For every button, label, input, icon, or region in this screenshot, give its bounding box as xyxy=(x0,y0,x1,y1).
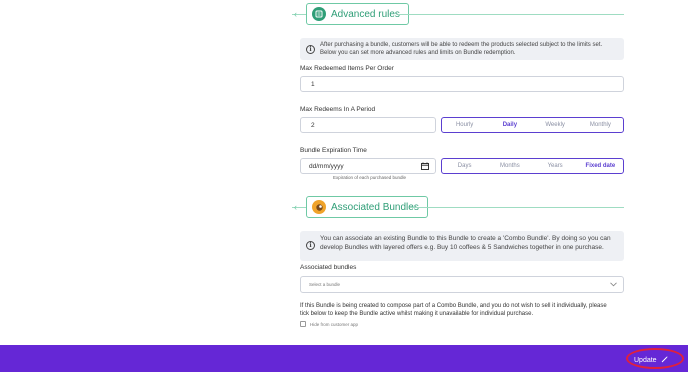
combo-bundle-note: If this Bundle is being created to compo… xyxy=(300,303,607,317)
expiration-label: Bundle Expiration Time xyxy=(300,147,367,154)
advanced-rules-header: ‹ Advanced rules xyxy=(292,3,624,25)
associated-bundles-header: ‹ Associated Bundles xyxy=(292,196,624,218)
info-icon: i xyxy=(306,45,315,54)
expiration-date-input[interactable]: dd/mm/yyyy xyxy=(300,158,436,174)
chevron-down-icon[interactable] xyxy=(610,282,617,289)
rules-icon xyxy=(312,7,326,21)
associated-bundles-info: i You can associate an existing Bundle t… xyxy=(300,231,624,261)
associated-bundles-select[interactable]: Select a bundle xyxy=(300,276,624,293)
expiration-date-value: dd/mm/yyyy xyxy=(309,162,344,170)
expiration-option-years[interactable]: Years xyxy=(533,159,578,173)
advanced-rules-info: i After purchasing a bundle, customers w… xyxy=(300,38,624,60)
max-items-input[interactable]: 1 xyxy=(300,76,624,92)
info-icon: i xyxy=(306,241,315,250)
period-option-weekly[interactable]: Weekly xyxy=(533,118,578,132)
hide-from-app-label: Hide from customer app xyxy=(310,321,359,327)
max-period-input[interactable]: 2 xyxy=(300,117,436,133)
advanced-rules-pill: Advanced rules xyxy=(306,3,409,25)
period-option-monthly[interactable]: Monthly xyxy=(578,118,623,132)
associated-bundles-label: Associated bundles xyxy=(300,264,357,271)
period-selector: Hourly Daily Weekly Monthly xyxy=(441,117,624,133)
divider-line xyxy=(410,207,624,208)
max-items-label: Max Redeemed Items Per Order xyxy=(300,65,394,72)
hide-from-app-option[interactable]: Hide from customer app xyxy=(300,321,358,327)
chevron-left-icon[interactable]: ‹ xyxy=(294,202,297,212)
advanced-rules-info-text: After purchasing a bundle, customers wil… xyxy=(320,42,603,56)
associated-bundles-placeholder: Select a bundle xyxy=(309,282,341,287)
expiration-option-months[interactable]: Months xyxy=(487,159,532,173)
divider-line xyxy=(398,14,624,15)
expiration-option-fixed-date[interactable]: Fixed date xyxy=(578,159,623,173)
hide-from-app-checkbox[interactable] xyxy=(300,321,306,327)
advanced-rules-title: Advanced rules xyxy=(331,8,400,20)
expiration-type-selector: Days Months Years Fixed date xyxy=(441,158,624,174)
period-option-daily[interactable]: Daily xyxy=(487,118,532,132)
expiration-option-days[interactable]: Days xyxy=(442,159,487,173)
period-option-hourly[interactable]: Hourly xyxy=(442,118,487,132)
max-period-label: Max Redeems In A Period xyxy=(300,106,376,113)
associated-bundles-info-text: You can associate an existing Bundle to … xyxy=(320,235,611,251)
expiration-hint: Expiration of each purchased bundle xyxy=(333,175,407,180)
footer-bar xyxy=(0,345,688,372)
bundle-icon xyxy=(312,200,326,214)
highlight-ring xyxy=(626,348,684,369)
calendar-icon[interactable] xyxy=(421,162,429,172)
associated-bundles-title: Associated Bundles xyxy=(331,201,419,213)
chevron-left-icon[interactable]: ‹ xyxy=(294,9,297,19)
